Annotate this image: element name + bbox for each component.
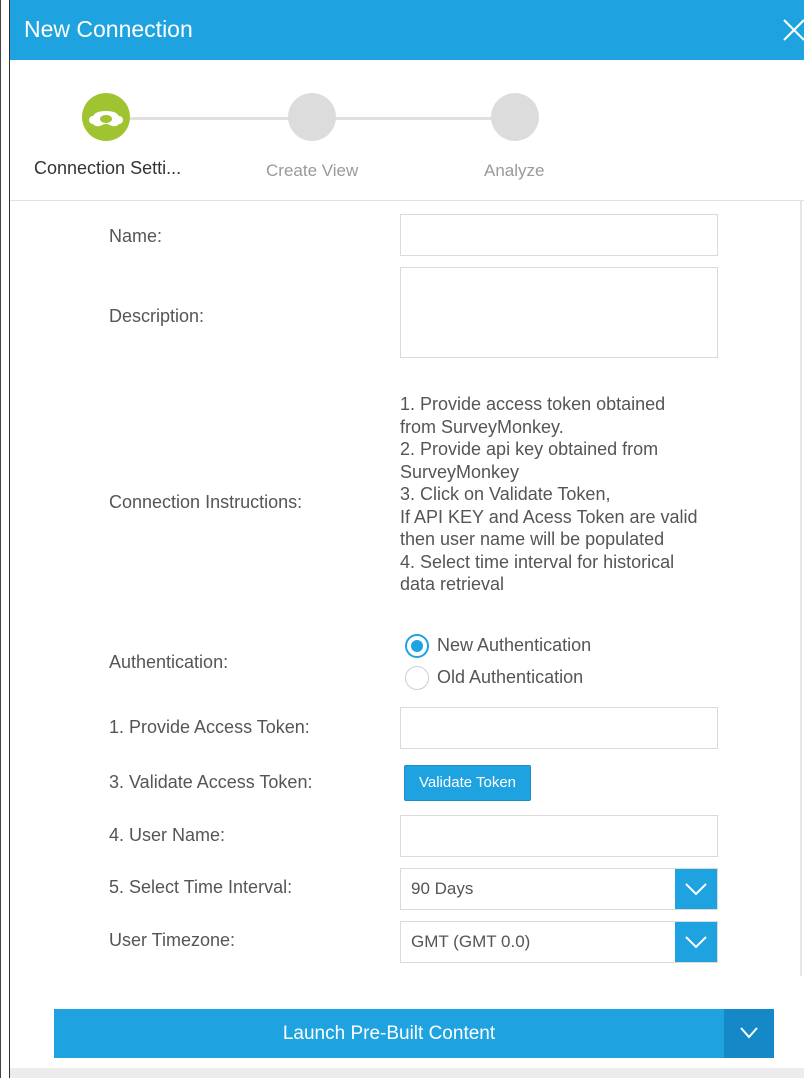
instruction-line: SurveyMonkey (400, 461, 520, 482)
new-authentication-label[interactable]: New Authentication (437, 635, 591, 656)
instruction-line: then user name will be populated (400, 529, 665, 549)
instruction-line: 1. Provide access token obtained (400, 394, 666, 414)
instruction-line: 4. Select time interval for historical (400, 551, 675, 572)
launch-label: Launch Pre-Built Content (282, 1023, 496, 1044)
validate-label: 3. Validate Access Token: (109, 772, 313, 792)
instruction-line: data retrieval (400, 574, 505, 594)
authentication-label: Authentication: (109, 652, 229, 672)
description-input[interactable] (400, 267, 718, 358)
step-label-create-view: Create View (266, 161, 359, 180)
chevron-down-icon[interactable] (675, 922, 717, 962)
time-interval-label: 5. Select Time Interval: (109, 877, 293, 897)
window-edge (9, 0, 10, 1078)
instruction-line: If API KEY and Acess Token are valid (400, 506, 698, 527)
chevron-down-icon[interactable] (675, 869, 717, 909)
time-interval-value: 90 Days (411, 879, 474, 898)
timezone-label: User Timezone: (109, 930, 236, 950)
step-analyze[interactable] (491, 93, 539, 141)
access-token-label: 1. Provide Access Token: (109, 717, 310, 737)
step-label-analyze: Analyze (484, 161, 545, 180)
validate-token-button[interactable]: Validate Token (404, 765, 531, 801)
bottom-edge (10, 1068, 804, 1078)
name-label: Name: (109, 226, 163, 246)
dialog-titlebar: New Connection (10, 0, 804, 60)
old-authentication-radio[interactable] (405, 666, 429, 690)
scrollbar[interactable] (800, 201, 802, 976)
step-connection-settings[interactable] (82, 93, 130, 141)
step-connector (336, 117, 494, 120)
access-token-input[interactable] (400, 707, 718, 749)
timezone-select[interactable]: GMT (GMT 0.0) (400, 921, 718, 963)
step-connector (130, 117, 290, 120)
instructions-text: 1. Provide access token obtained from Su… (400, 393, 730, 596)
new-authentication-radio[interactable] (405, 634, 429, 658)
instruction-line: 2. Provide api key obtained from (400, 439, 659, 459)
surveymonkey-logo-icon (89, 111, 123, 127)
timezone-value: GMT (GMT 0.0) (411, 932, 531, 951)
close-icon[interactable] (774, 10, 804, 50)
old-authentication-label[interactable]: Old Authentication (437, 667, 583, 688)
instruction-line: 3. Click on Validate Token, (400, 484, 611, 504)
time-interval-select[interactable]: 90 Days (400, 868, 718, 910)
instruction-line: from SurveyMonkey. (400, 416, 564, 437)
chevron-down-icon[interactable] (724, 1009, 774, 1058)
step-create-view[interactable] (288, 93, 336, 141)
description-label: Description: (109, 306, 205, 326)
step-label-connection-settings: Connection Setti... (34, 158, 182, 178)
username-input[interactable] (400, 815, 718, 857)
launch-prebuilt-content-button[interactable]: Launch Pre-Built Content (54, 1009, 774, 1058)
dialog-title: New Connection (24, 16, 193, 42)
instructions-label: Connection Instructions: (109, 492, 303, 512)
username-label: 4. User Name: (109, 825, 226, 845)
name-input[interactable] (400, 214, 718, 256)
